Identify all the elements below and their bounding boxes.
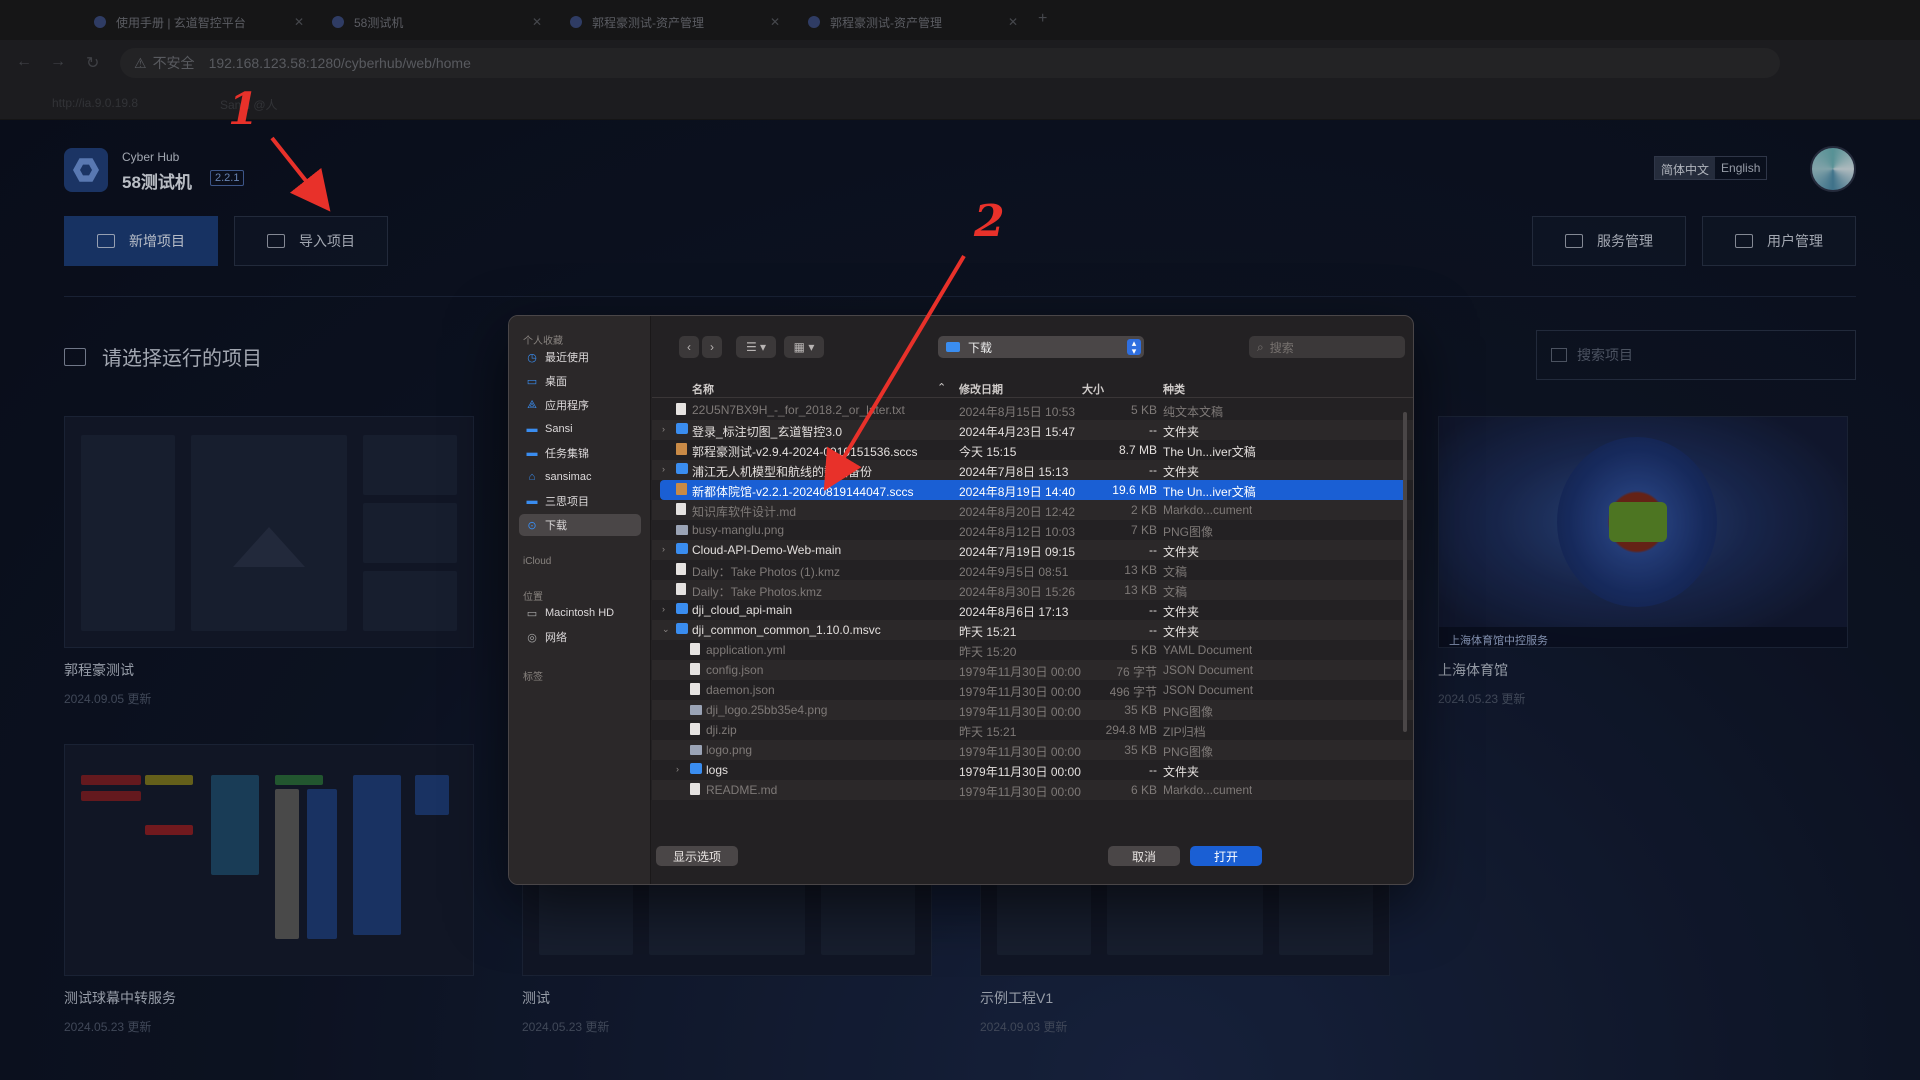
annotation-arrow-1	[270, 136, 331, 212]
annotation-arrows	[270, 136, 966, 492]
annotation-arrow-2	[823, 254, 966, 492]
